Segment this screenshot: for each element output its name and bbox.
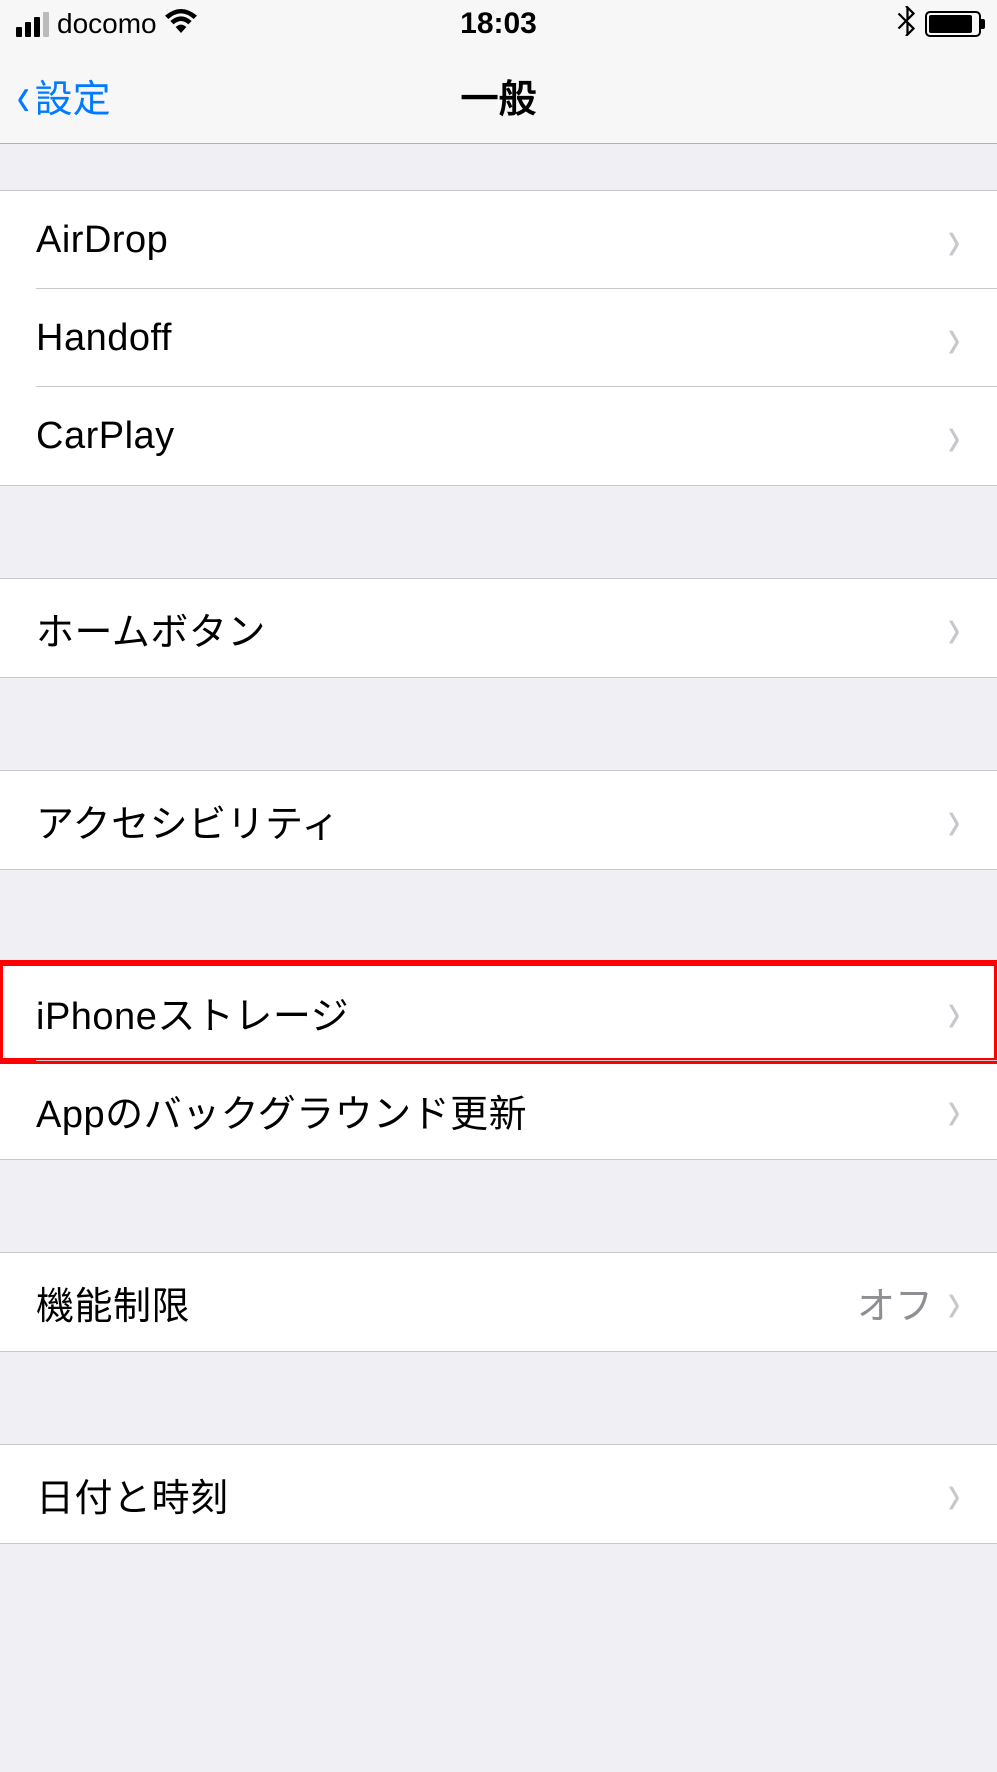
section-spacer <box>0 870 997 962</box>
chevron-right-icon: › <box>948 1076 961 1143</box>
list-item-label: 機能制限 <box>36 1275 190 1330</box>
battery-icon <box>925 11 981 37</box>
list-item-iphone-storage[interactable]: iPhoneストレージ › <box>0 963 997 1061</box>
list-item-label: アクセシビリティ <box>36 793 340 848</box>
wifi-icon <box>165 8 197 40</box>
status-left: docomo <box>16 8 197 40</box>
list-item-carplay[interactable]: CarPlay › <box>0 387 997 485</box>
list-item-airdrop[interactable]: AirDrop › <box>0 191 997 289</box>
list-item-label: 日付と時刻 <box>36 1467 229 1522</box>
chevron-right-icon: › <box>948 206 961 273</box>
signal-strength-icon <box>16 12 49 37</box>
list-item-label: ホームボタン <box>36 601 266 656</box>
chevron-right-icon: › <box>948 594 961 661</box>
section-spacer <box>0 1352 997 1444</box>
chevron-right-icon: › <box>948 978 961 1045</box>
navigation-bar: ‹ 設定 一般 <box>0 48 997 144</box>
list-group: ホームボタン › <box>0 578 997 678</box>
chevron-left-icon: ‹ <box>17 68 30 124</box>
list-item-restrictions[interactable]: 機能制限 オフ › <box>0 1253 997 1351</box>
chevron-right-icon: › <box>948 786 961 853</box>
list-item-label: Handoff <box>36 317 172 360</box>
status-bar: docomo 18:03 <box>0 0 997 48</box>
list-item-background-app-refresh[interactable]: Appのバックグラウンド更新 › <box>0 1061 997 1159</box>
list-item-label: Appのバックグラウンド更新 <box>36 1083 527 1138</box>
list-item-handoff[interactable]: Handoff › <box>0 289 997 387</box>
list-item-label: CarPlay <box>36 415 175 458</box>
list-item-label: AirDrop <box>36 219 168 262</box>
status-right <box>897 6 981 43</box>
section-spacer <box>0 1160 997 1252</box>
list-group: iPhoneストレージ › Appのバックグラウンド更新 › <box>0 962 997 1160</box>
chevron-right-icon: › <box>948 402 961 469</box>
section-spacer <box>0 144 997 190</box>
list-group: AirDrop › Handoff › CarPlay › <box>0 190 997 486</box>
list-group: 日付と時刻 › <box>0 1444 997 1544</box>
list-item-date-time[interactable]: 日付と時刻 › <box>0 1445 997 1543</box>
list-item-home-button[interactable]: ホームボタン › <box>0 579 997 677</box>
section-spacer <box>0 678 997 770</box>
list-group: アクセシビリティ › <box>0 770 997 870</box>
list-item-value: オフ <box>857 1275 933 1330</box>
list-item-accessibility[interactable]: アクセシビリティ › <box>0 771 997 869</box>
chevron-right-icon: › <box>948 1268 961 1335</box>
chevron-right-icon: › <box>948 304 961 371</box>
back-button[interactable]: ‹ 設定 <box>0 68 111 124</box>
back-label: 設定 <box>35 68 111 123</box>
status-time: 18:03 <box>460 7 537 41</box>
carrier-label: docomo <box>57 8 157 40</box>
chevron-right-icon: › <box>948 1460 961 1527</box>
list-group: 機能制限 オフ › <box>0 1252 997 1352</box>
bluetooth-icon <box>897 6 915 43</box>
section-spacer <box>0 486 997 578</box>
list-item-label: iPhoneストレージ <box>36 985 349 1040</box>
page-title: 一般 <box>460 68 536 123</box>
